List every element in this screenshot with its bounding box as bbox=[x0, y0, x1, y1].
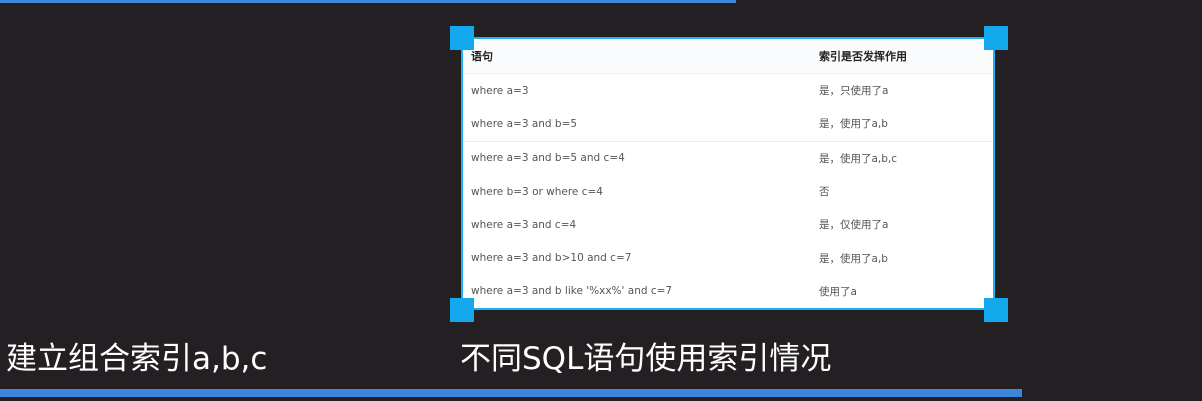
statement-cell: where b=3 or where c=4 bbox=[471, 185, 603, 198]
table-row: where a=3 and b>10 and c=7 是，使用了a,b bbox=[463, 241, 993, 274]
statement-cell: where a=3 and b=5 and c=4 bbox=[471, 152, 625, 165]
index-effect-cell: 是，使用了a,b,c bbox=[819, 152, 898, 165]
index-effect-cell: 是，仅使用了a bbox=[819, 219, 889, 232]
table-header-row: 语句 索引是否发挥作用 bbox=[463, 39, 993, 74]
table-row: where a=3 and b=5 and c=4 是，使用了a,b,c bbox=[463, 141, 993, 175]
statement-cell: where a=3 and b like '%xx%' and c=7 bbox=[471, 285, 673, 298]
header-index-effect: 索引是否发挥作用 bbox=[811, 39, 993, 74]
resize-handle-top-right[interactable] bbox=[984, 26, 1008, 50]
statement-cell: where a=3 and b=5 bbox=[463, 107, 811, 142]
index-effect-cell: 是，只使用了a bbox=[819, 85, 889, 98]
index-usage-table: 语句 索引是否发挥作用 where a=3 是，只使用了a where a=3 … bbox=[463, 39, 993, 308]
composite-index-caption: 建立组合索引a,b,c bbox=[6, 341, 268, 377]
index-effect-cell: 是，使用了a,b bbox=[811, 107, 993, 142]
top-progress-bar bbox=[0, 0, 736, 3]
statement-cell: where a=3 bbox=[471, 84, 529, 97]
index-effect-cell: 否 bbox=[819, 186, 830, 199]
selected-table-image[interactable]: 语句 索引是否发挥作用 where a=3 是，只使用了a where a=3 … bbox=[461, 37, 995, 310]
resize-handle-bottom-left[interactable] bbox=[450, 298, 474, 322]
index-effect-cell: 是，使用了a,b bbox=[819, 252, 888, 265]
header-statement: 语句 bbox=[463, 39, 811, 74]
table-row: where a=3 and b=5 是，使用了a,b bbox=[463, 107, 993, 142]
table-row: where a=3 and b like '%xx%' and c=7 使用了a bbox=[463, 275, 993, 308]
table-row: where a=3 是，只使用了a bbox=[463, 74, 993, 108]
statement-cell: where a=3 and c=4 bbox=[471, 218, 577, 231]
table-row: where a=3 and c=4 是，仅使用了a bbox=[463, 208, 993, 241]
sql-index-usage-caption: 不同SQL语句使用索引情况 bbox=[460, 341, 832, 377]
index-effect-cell: 使用了a bbox=[819, 285, 857, 298]
resize-handle-top-left[interactable] bbox=[450, 26, 474, 50]
table-row: where b=3 or where c=4 否 bbox=[463, 175, 993, 208]
statement-cell: where a=3 and b>10 and c=7 bbox=[471, 252, 632, 265]
resize-handle-bottom-right[interactable] bbox=[984, 298, 1008, 322]
bottom-accent-bar bbox=[0, 389, 1022, 397]
